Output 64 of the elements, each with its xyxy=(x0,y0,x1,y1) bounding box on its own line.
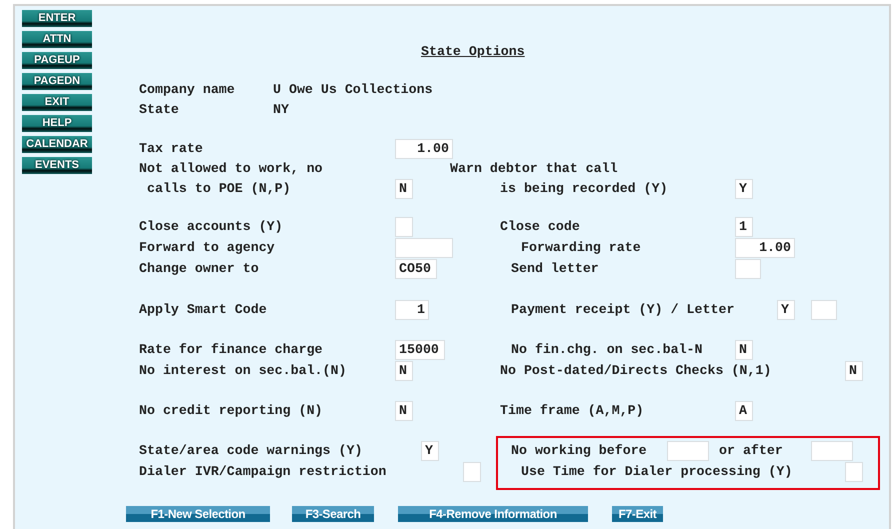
field-label: No fin.chg. on sec.bal-N xyxy=(511,341,703,360)
sidebar-button[interactable]: HELP xyxy=(22,115,92,132)
field-label: Close accounts (Y) xyxy=(139,218,283,236)
field-label: No Post-dated/Directs Checks (N,1) xyxy=(500,362,772,380)
sidebar-button[interactable]: EVENTS xyxy=(22,157,92,174)
input-field[interactable] xyxy=(735,259,761,279)
sidebar-button[interactable]: PAGEUP xyxy=(22,52,92,69)
field-label: Apply Smart Code xyxy=(139,301,267,320)
input-field[interactable] xyxy=(463,462,481,482)
input-field[interactable]: 1.00 xyxy=(395,139,453,159)
input-field[interactable]: Y xyxy=(777,300,795,320)
sidebar-button[interactable]: PAGEDN xyxy=(22,73,92,90)
function-key-button[interactable]: F1-New Selection xyxy=(126,506,270,522)
input-field[interactable] xyxy=(811,300,837,320)
input-field[interactable] xyxy=(811,441,853,461)
input-field[interactable]: 1 xyxy=(395,300,429,320)
field-label: Rate for finance charge xyxy=(139,341,323,360)
field-label: Send letter xyxy=(511,260,599,278)
function-key-button[interactable]: F3-Search xyxy=(292,506,374,522)
field-label: Not allowed to work, no xyxy=(139,160,323,178)
field-label: Forwarding rate xyxy=(521,239,641,258)
sidebar-button[interactable]: ATTN xyxy=(22,31,92,48)
function-key-button[interactable]: F7-Exit xyxy=(612,506,663,522)
field-label: Time frame (A,M,P) xyxy=(500,402,644,420)
field-label: Use Time for Dialer processing (Y) xyxy=(521,463,792,482)
input-field[interactable] xyxy=(395,238,453,258)
field-label: calls to POE (N,P) xyxy=(147,180,291,198)
input-field[interactable]: N xyxy=(845,361,863,381)
sidebar-button[interactable]: EXIT xyxy=(22,94,92,111)
input-field[interactable]: 15000 xyxy=(395,340,445,360)
input-field[interactable]: N xyxy=(395,401,413,421)
field-label: Payment receipt (Y) / Letter xyxy=(511,301,734,320)
field-label: or after xyxy=(719,442,783,460)
field-label: State xyxy=(139,101,179,120)
input-field[interactable]: 1.00 xyxy=(735,238,795,258)
input-field[interactable] xyxy=(845,462,863,482)
input-field[interactable]: CO50 xyxy=(395,259,437,279)
input-field[interactable] xyxy=(667,441,709,461)
input-field[interactable]: N xyxy=(395,179,413,199)
field-value: U Owe Us Collections xyxy=(273,81,433,100)
input-field[interactable] xyxy=(395,217,413,237)
field-label: Warn debtor that call xyxy=(450,160,618,178)
input-field[interactable]: A xyxy=(735,401,753,421)
input-field[interactable]: N xyxy=(395,361,413,381)
field-label: No interest on sec.bal.(N) xyxy=(139,362,346,380)
field-label: is being recorded (Y) xyxy=(500,180,668,198)
input-field[interactable]: 1 xyxy=(735,217,753,237)
field-label: State/area code warnings (Y) xyxy=(139,442,362,460)
field-label: Dialer IVR/Campaign restriction xyxy=(139,463,386,482)
field-label: Change owner to xyxy=(139,260,259,278)
field-label: No credit reporting (N) xyxy=(139,402,323,420)
function-key-button[interactable]: F4-Remove Information xyxy=(398,506,588,522)
field-label: No working before xyxy=(511,442,647,460)
page-title: State Options xyxy=(421,43,525,62)
input-field[interactable]: Y xyxy=(421,441,439,461)
input-field[interactable]: N xyxy=(735,340,753,360)
field-value: NY xyxy=(273,101,289,120)
field-label: Tax rate xyxy=(139,140,203,158)
input-field[interactable]: Y xyxy=(735,179,753,199)
field-label: Forward to agency xyxy=(139,239,275,258)
field-label: Company name xyxy=(139,81,235,100)
sidebar-button[interactable]: CALENDAR xyxy=(22,136,92,153)
sidebar-button[interactable]: ENTER xyxy=(22,10,92,27)
field-label: Close code xyxy=(500,218,580,236)
